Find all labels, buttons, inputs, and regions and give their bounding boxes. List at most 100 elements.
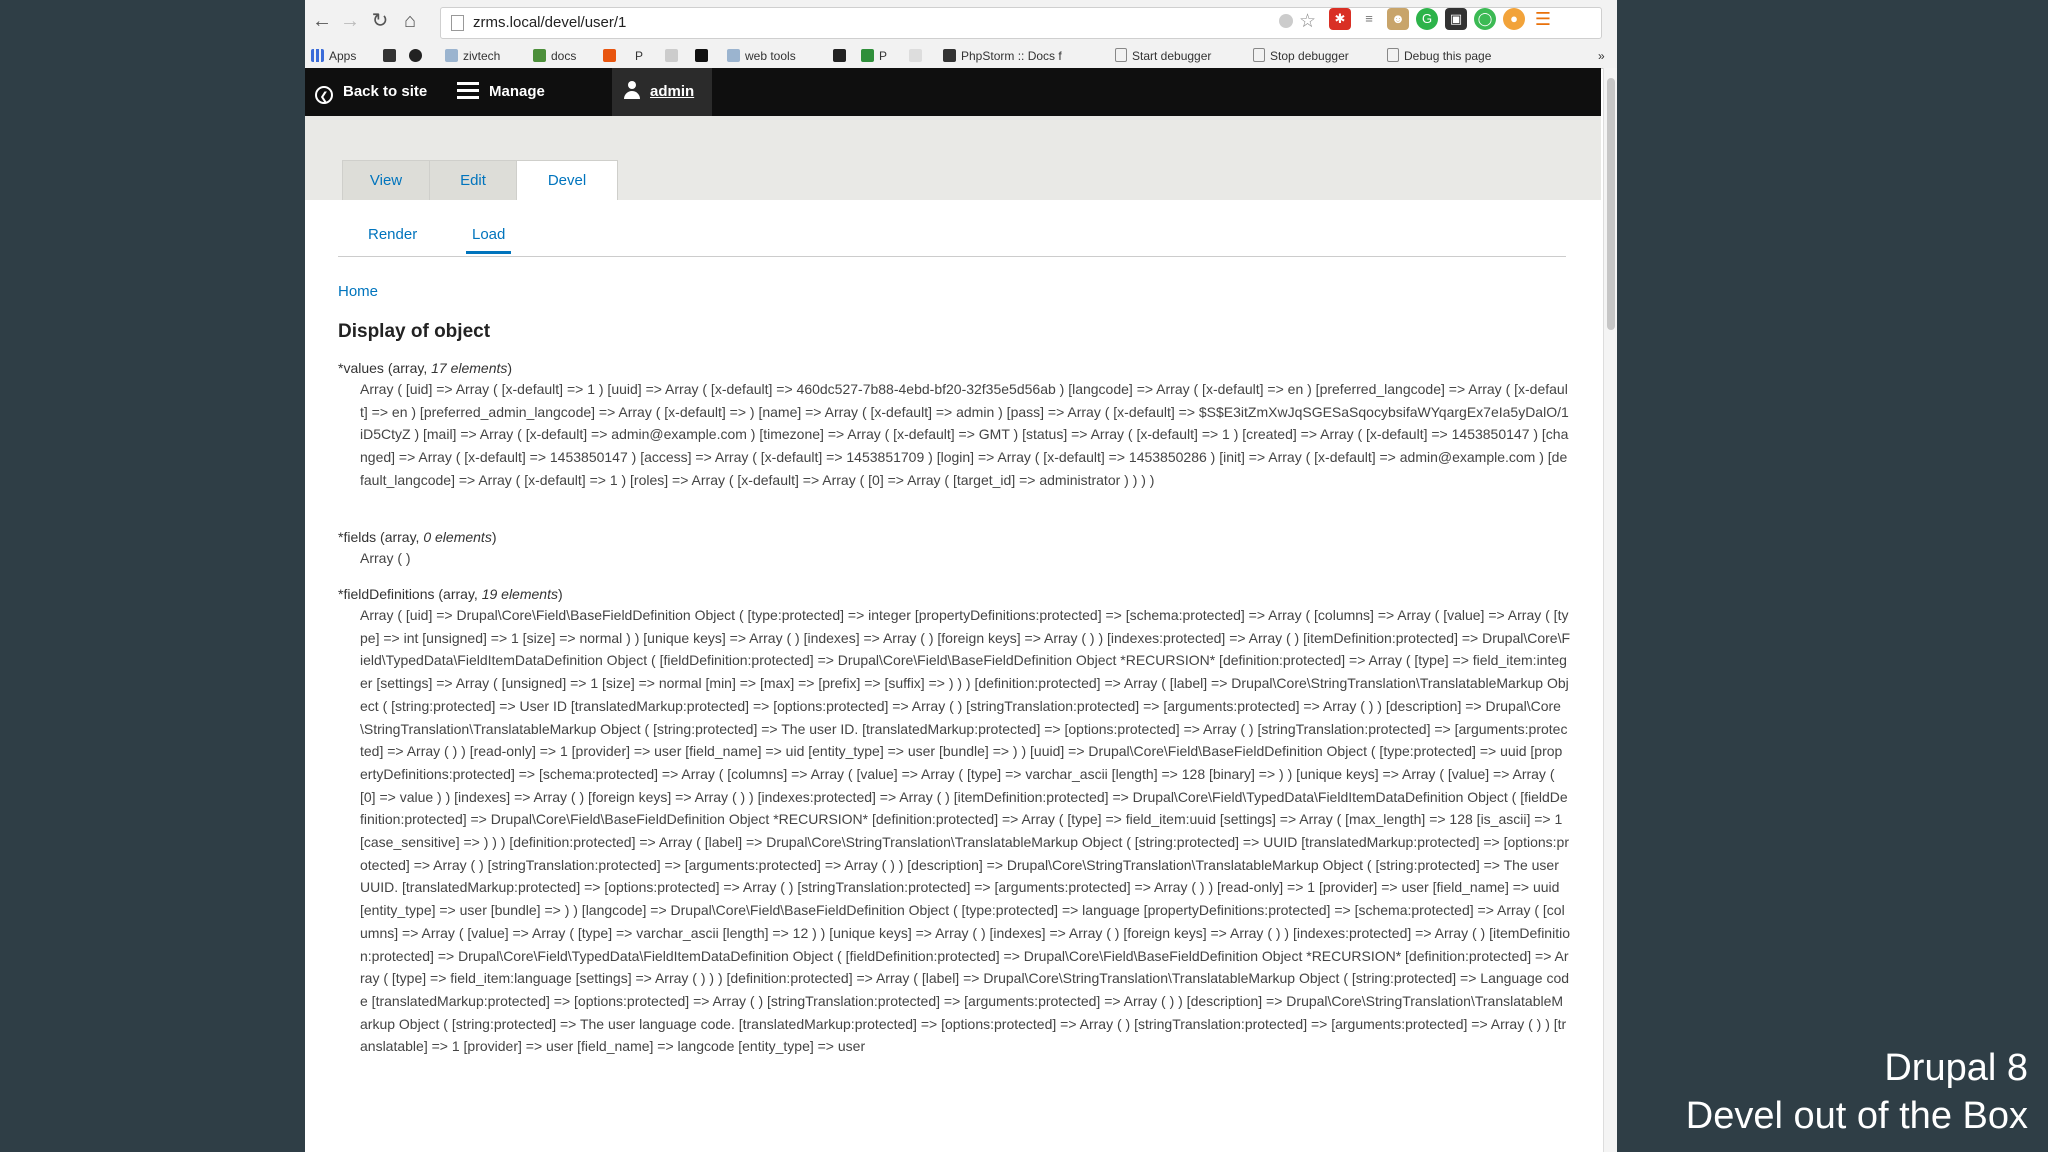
tab-edit[interactable]: Edit — [429, 160, 517, 200]
back-to-site-link[interactable]: ❮ Back to site — [315, 68, 427, 116]
bookmark-label: web tools — [745, 49, 796, 63]
kint-var-name: *fields — [338, 529, 377, 545]
page-icon — [1387, 48, 1399, 62]
page-title: Display of object — [338, 321, 491, 342]
page-icon — [1253, 48, 1265, 62]
bookmark-item[interactable] — [909, 47, 927, 65]
kint-fields: *fields (array, 0 elements) Array ( ) — [338, 527, 1570, 570]
bookmark-orange[interactable] — [603, 47, 621, 65]
extension-face-icon[interactable]: ☻ — [1387, 8, 1409, 30]
bookmark-label: docs — [551, 49, 577, 63]
back-circle-icon: ❮ — [315, 86, 333, 104]
extension-lines-icon[interactable]: ≡ — [1358, 8, 1380, 30]
tab-view[interactable]: View — [342, 160, 430, 200]
secondary-tabs: Render Load — [338, 214, 1566, 257]
kint-var-type: (array, — [387, 360, 432, 376]
kint-var-name: *values — [338, 360, 384, 376]
overlay-line-2: Devel out of the Box — [1685, 1095, 2028, 1137]
extension-monitor-icon[interactable]: ▣ — [1445, 8, 1467, 30]
subtab-load[interactable]: Load — [466, 226, 512, 254]
bookmark-label: Start debugger — [1132, 49, 1212, 63]
bookmark-label: zivtech — [463, 49, 501, 63]
apps-grid-icon — [311, 49, 324, 62]
bookmarks-overflow[interactable]: » — [1598, 47, 1605, 65]
phpstorm-icon — [943, 49, 956, 62]
kint-var-count: 19 elements — [481, 586, 558, 602]
overlay-line-1: Drupal 8 — [1884, 1047, 2028, 1089]
browser-chrome: ← → ↻ ⌂ zrms.local/devel/user/1 ☆ ✱ ≡ ☻ … — [305, 0, 1617, 44]
kint-var-type: (array, — [438, 586, 482, 602]
kint-var-close: ) — [557, 586, 563, 602]
back-to-site-label: Back to site — [343, 83, 428, 100]
bookmark-docs[interactable]: docs — [533, 47, 576, 65]
bookmark-item[interactable] — [695, 47, 713, 65]
github-icon — [409, 49, 422, 62]
bookmark-debug-page[interactable]: Debug this page — [1387, 47, 1491, 65]
bookmark-label: Stop debugger — [1270, 49, 1349, 63]
reload-icon[interactable]: ↻ — [367, 8, 393, 34]
kint-var-count: 0 elements — [423, 529, 492, 545]
bookmark-f-icon — [695, 49, 708, 62]
bookmark-label: P — [879, 49, 888, 63]
bookmark-dark-icon — [383, 49, 396, 62]
bookmark-black-icon — [833, 49, 846, 62]
bookmark-p-green[interactable]: P — [861, 47, 887, 65]
kint-var-name: *fieldDefinitions — [338, 586, 435, 602]
bookmark-start-debugger[interactable]: Start debugger — [1115, 47, 1211, 65]
bookmark-item[interactable] — [665, 47, 683, 65]
subtab-render[interactable]: Render — [368, 226, 417, 251]
breadcrumb-home[interactable]: Home — [338, 283, 378, 300]
user-label: admin — [650, 83, 695, 100]
browser-window: ← → ↻ ⌂ zrms.local/devel/user/1 ☆ ✱ ≡ ☻ … — [305, 0, 1617, 1152]
kint-values-header[interactable]: *values (array, 17 elements) — [338, 358, 1570, 378]
tab-devel[interactable]: Devel — [516, 160, 618, 200]
page-scrollbar[interactable] — [1603, 68, 1617, 1152]
folder-icon — [727, 49, 740, 62]
kint-field-definitions-body: Array ( [uid] => Drupal\Core\Field\BaseF… — [360, 607, 1571, 1055]
folder-icon — [445, 49, 458, 62]
bookmark-label: PhpStorm :: Docs f — [961, 49, 1062, 63]
extension-orange-icon[interactable]: ● — [1503, 8, 1525, 30]
info-icon[interactable] — [1279, 14, 1293, 28]
bookmark-folder-web-tools[interactable]: web tools — [727, 47, 796, 65]
extension-red-icon[interactable]: ✱ — [1329, 8, 1351, 30]
back-arrow-icon[interactable]: ← — [309, 8, 335, 34]
page-icon — [1115, 48, 1127, 62]
bookmark-phpstorm[interactable]: PhpStorm :: Docs f — [943, 47, 1062, 65]
video-title-overlay: Drupal 8 Devel out of the Box — [1686, 1044, 2028, 1140]
primary-tabs-region: View Edit Devel — [305, 116, 1601, 200]
page-icon — [451, 15, 464, 31]
kint-var-type: (array, — [380, 529, 424, 545]
user-menu[interactable]: admin — [612, 68, 713, 116]
bookmark-apps[interactable]: Apps — [311, 47, 356, 65]
manage-label: Manage — [489, 83, 545, 100]
forward-arrow-icon[interactable]: → — [337, 8, 363, 34]
bookmark-label: P — [635, 49, 644, 63]
scrollbar-thumb[interactable] — [1607, 78, 1615, 330]
user-icon — [624, 81, 640, 99]
kint-values: *values (array, 17 elements) Array ( [ui… — [338, 358, 1570, 492]
kint-field-definitions-header[interactable]: *fieldDefinitions (array, 19 elements) — [338, 584, 1570, 604]
chrome-menu-icon[interactable]: ☰ — [1532, 8, 1554, 30]
kint-var-count: 17 elements — [431, 360, 508, 376]
kint-field-definitions: *fieldDefinitions (array, 19 elements) A… — [338, 584, 1570, 1058]
bookmark-github[interactable] — [409, 47, 427, 65]
home-icon[interactable]: ⌂ — [397, 8, 423, 34]
kint-var-close: ) — [507, 360, 513, 376]
bookmark-orange-icon — [603, 49, 616, 62]
kint-fields-header[interactable]: *fields (array, 0 elements) — [338, 527, 1570, 547]
kint-values-body: Array ( [uid] => Array ( [x-default] => … — [360, 381, 1569, 488]
bookmark-folder-zivtech[interactable]: zivtech — [445, 47, 500, 65]
docs-icon — [533, 49, 546, 62]
bookmark-light-icon — [909, 49, 922, 62]
star-icon[interactable]: ☆ — [1299, 10, 1316, 33]
address-url[interactable]: zrms.local/devel/user/1 — [473, 8, 626, 38]
extension-circle-icon[interactable]: ◯ — [1474, 8, 1496, 30]
bookmark-p[interactable]: P — [635, 47, 643, 65]
bookmark-stop-debugger[interactable]: Stop debugger — [1253, 47, 1349, 65]
kint-fields-body: Array ( ) — [360, 550, 411, 566]
manage-menu[interactable]: Manage — [457, 68, 545, 116]
bookmark-item[interactable] — [383, 47, 401, 65]
bookmark-item[interactable] — [833, 47, 851, 65]
extension-green-icon[interactable]: G — [1416, 8, 1438, 30]
